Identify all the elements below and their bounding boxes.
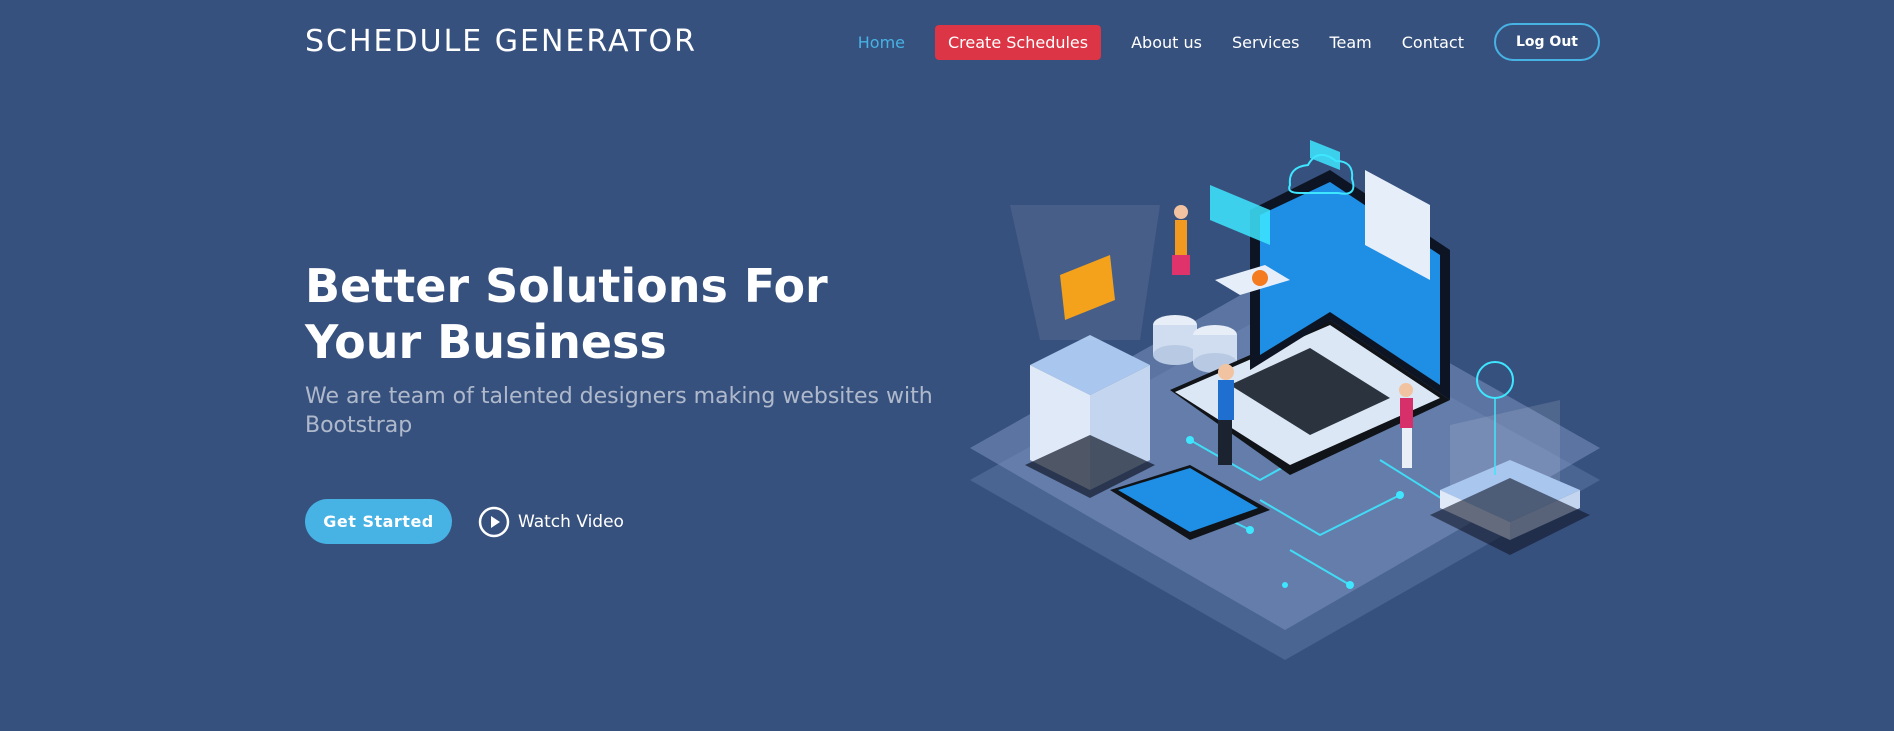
main-nav: Home Create Schedules About us Services … (858, 22, 1600, 62)
nav-create-schedules-button[interactable]: Create Schedules (935, 24, 1102, 60)
nav-contact[interactable]: Contact (1402, 33, 1464, 52)
hero-illustration (970, 140, 1600, 660)
site-header: SCHEDULE GENERATOR Home Create Schedules… (0, 0, 1894, 86)
hero-text: Better Solutions For Your Business We ar… (305, 258, 945, 440)
get-started-button[interactable]: Get Started (305, 499, 452, 544)
watch-video-button[interactable]: Watch Video (478, 506, 624, 538)
nav-services[interactable]: Services (1232, 33, 1299, 52)
hero-title: Better Solutions For Your Business (305, 259, 828, 369)
nav-home[interactable]: Home (858, 33, 905, 52)
hero-subtitle: We are team of talented designers making… (305, 384, 933, 438)
watch-video-label: Watch Video (518, 511, 624, 532)
nav-team[interactable]: Team (1329, 33, 1371, 52)
nav-about[interactable]: About us (1131, 33, 1202, 52)
play-circle-icon (478, 506, 510, 537)
logout-button[interactable]: Log Out (1494, 23, 1600, 61)
hero-actions: Get Started Watch Video (305, 499, 624, 544)
site-logo[interactable]: SCHEDULE GENERATOR (305, 24, 697, 59)
